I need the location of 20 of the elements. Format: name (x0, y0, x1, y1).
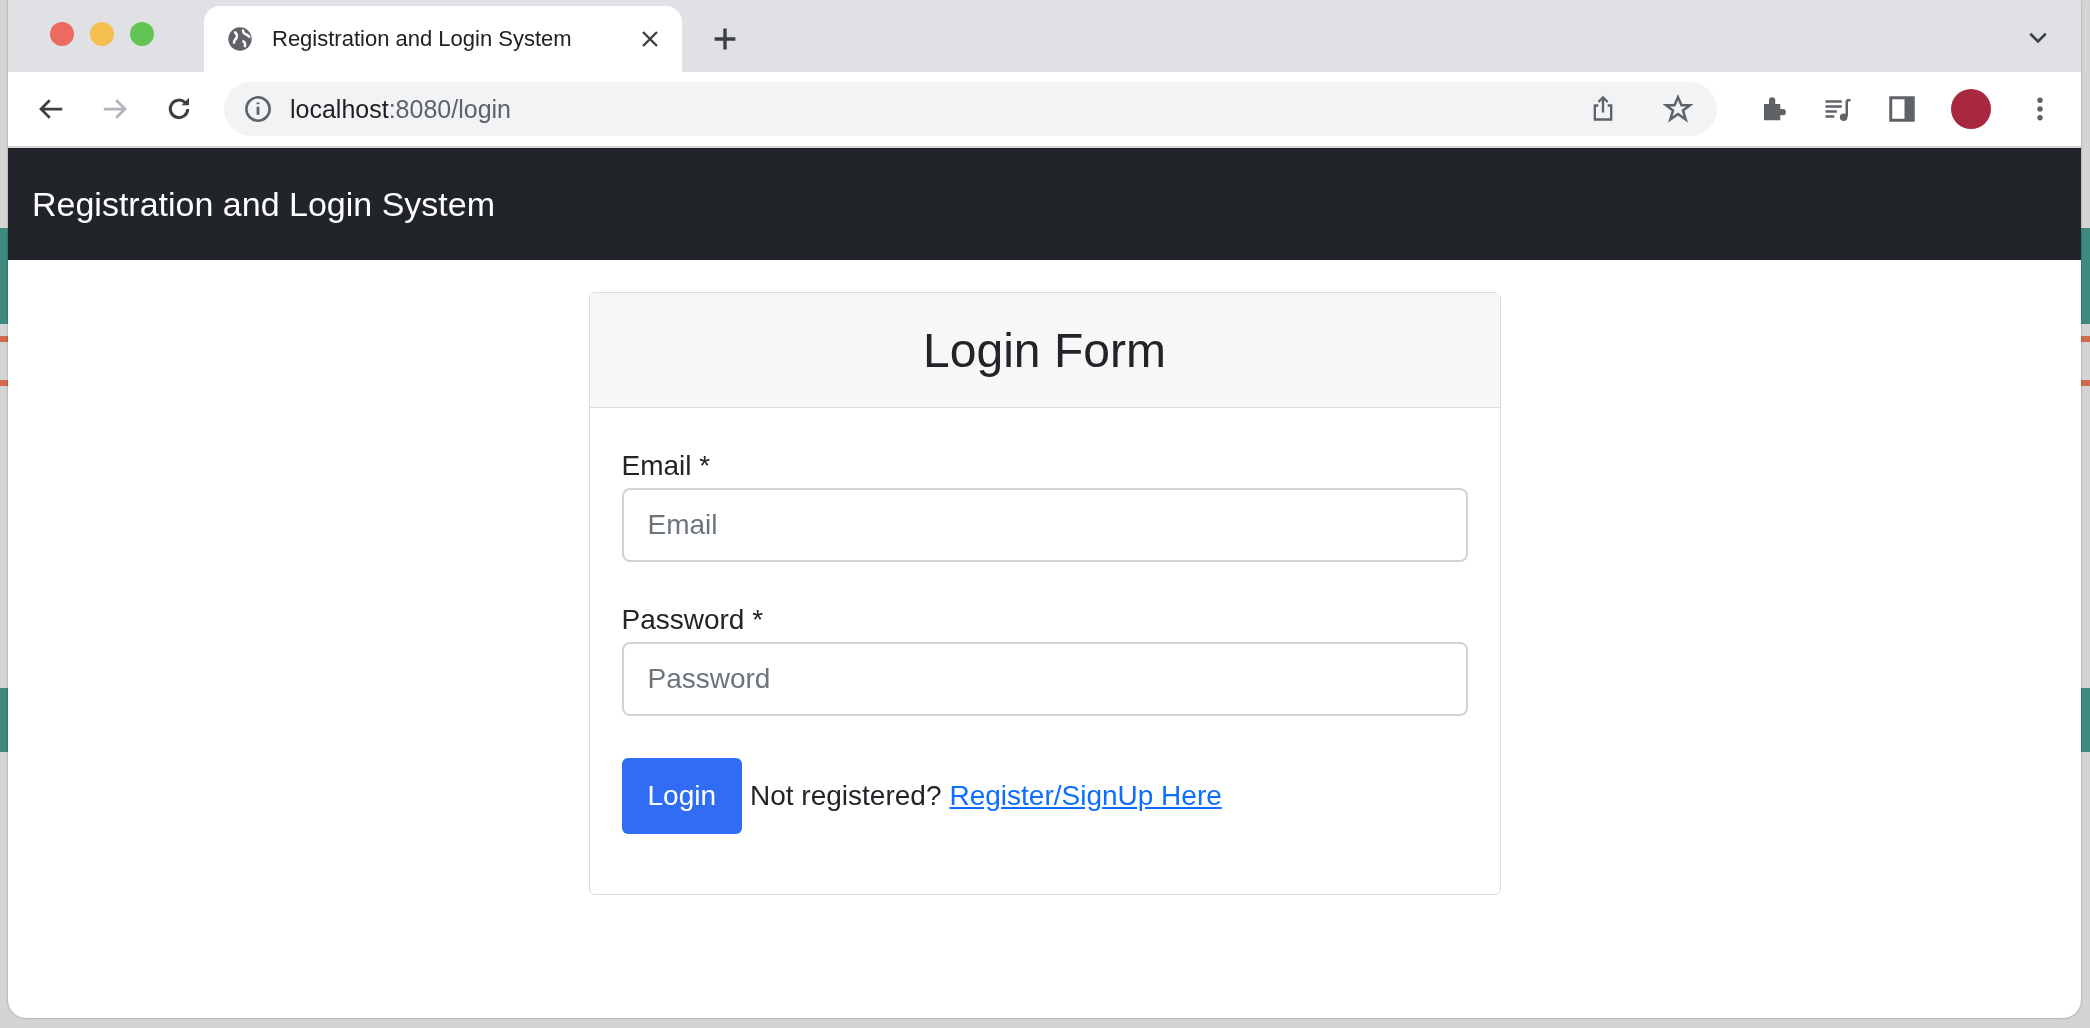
side-panel-icon[interactable] (1887, 94, 1917, 124)
url-text: localhost:8080/login (290, 94, 511, 124)
tab-title: Registration and Login System (272, 26, 573, 52)
input-field[interactable]: Password (621, 642, 1468, 716)
address-bar[interactable]: localhost:8080/login (224, 82, 1717, 136)
field-label: Email * (621, 450, 712, 482)
prompt-text: Not registered? (750, 780, 942, 812)
avatar-icon[interactable] (1951, 89, 1991, 129)
plus-icon[interactable] (712, 26, 738, 52)
info-icon[interactable] (244, 95, 272, 123)
star-icon[interactable] (1663, 94, 1693, 124)
login-button[interactable]: Login (621, 758, 742, 834)
browser-tab[interactable]: Registration and Login System (204, 6, 682, 72)
register-link[interactable]: Register/SignUp Here (949, 780, 1222, 812)
close-icon[interactable] (640, 29, 660, 49)
card-title: Login Form (923, 322, 1166, 378)
field-label: Password * (621, 604, 765, 636)
navbar-brand[interactable]: Registration and Login System (32, 184, 496, 224)
input-field[interactable]: Email (621, 488, 1468, 562)
globe-icon[interactable] (226, 25, 254, 53)
